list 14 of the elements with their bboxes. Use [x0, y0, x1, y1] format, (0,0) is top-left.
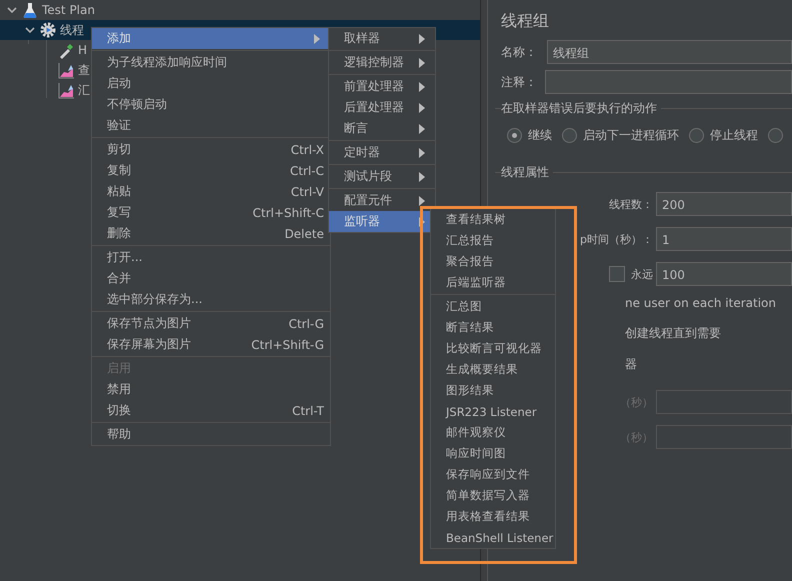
- field-label: p时间（秒）：: [580, 232, 653, 246]
- radio-label: 启动下一进程循环: [583, 126, 679, 144]
- group-title: 在取样器错误后要执行的动作: [501, 100, 657, 116]
- option-label: ne user on each iteration: [625, 296, 776, 310]
- radio-label: 停止线程: [710, 126, 758, 144]
- option-label: 器: [625, 356, 637, 373]
- field-label: 注释：: [501, 74, 538, 90]
- field-label: 名称：: [501, 44, 538, 60]
- field-label: 线程数：: [609, 196, 653, 212]
- radio-label: 继续: [528, 126, 552, 144]
- option-label: 创建线程直到需要: [625, 325, 721, 342]
- checkbox-label: 永远: [631, 266, 653, 282]
- panel-title: 线程组: [501, 10, 550, 32]
- group-title: 线程属性: [501, 164, 549, 180]
